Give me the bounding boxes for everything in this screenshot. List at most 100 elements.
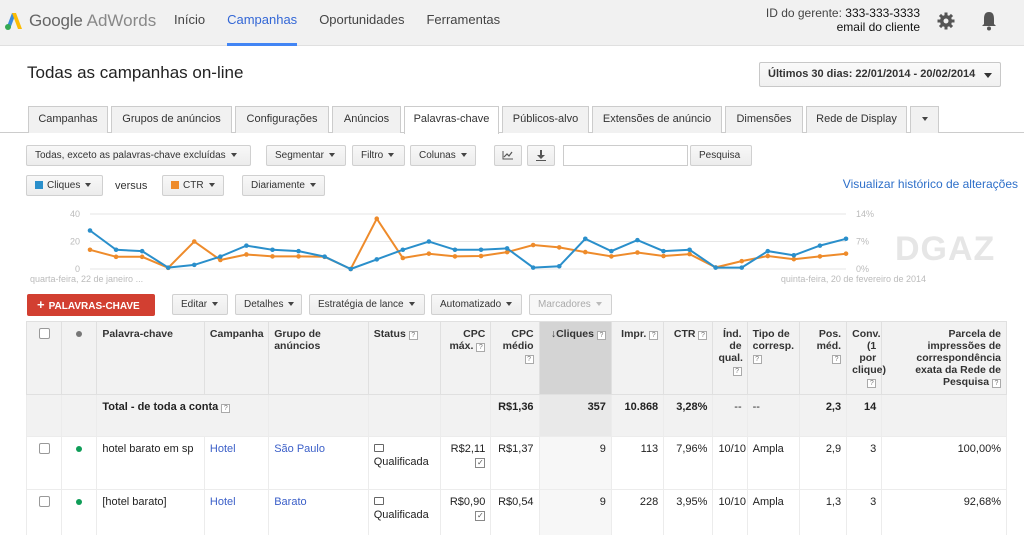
keyword-filter-dropdown[interactable]: Todas, exceto as palavras-chave excluída… xyxy=(26,145,251,166)
help-icon[interactable]: ? xyxy=(867,379,877,388)
left-tick-label: 40 xyxy=(70,209,80,219)
data-point-ctr xyxy=(270,254,275,259)
data-point-ctr xyxy=(478,253,484,259)
enabled-status-dot-icon[interactable] xyxy=(76,499,83,505)
adgroup-link[interactable]: Barato xyxy=(268,489,369,535)
nav-oportunidades[interactable]: Oportunidades xyxy=(319,0,404,46)
tab-palavras-chave[interactable]: Palavras-chave xyxy=(404,106,499,134)
data-point-cliques xyxy=(139,248,145,254)
chart-toggle-button[interactable] xyxy=(494,145,522,166)
help-icon[interactable]: ? xyxy=(476,343,486,352)
filter-dropdown[interactable]: Filtro xyxy=(352,145,405,166)
bid-strategy-dropdown[interactable]: Estratégia de lance xyxy=(309,294,425,315)
help-icon[interactable]: ? xyxy=(698,331,708,340)
tab-dimensoes[interactable]: Dimensões xyxy=(725,106,803,133)
data-point-cliques xyxy=(87,228,93,233)
col-impressions[interactable]: Impr. ? xyxy=(610,321,665,395)
data-point-ctr xyxy=(765,253,771,259)
download-button[interactable] xyxy=(527,145,555,166)
enabled-status-dot-icon[interactable] xyxy=(76,446,83,452)
adwords-logo[interactable]: Google AdWords xyxy=(4,9,156,33)
adgroup-link[interactable]: São Paulo xyxy=(268,436,369,490)
help-icon[interactable]: ? xyxy=(596,331,606,340)
max-cpc-cell[interactable]: R$0,90 ✓ xyxy=(440,489,492,535)
automated-dropdown[interactable]: Automatizado xyxy=(431,294,522,315)
chevron-down-icon xyxy=(309,183,316,188)
edit-dropdown[interactable]: Editar xyxy=(172,294,228,315)
help-icon[interactable]: ? xyxy=(732,367,742,376)
date-range-selector[interactable]: Últimos 30 dias: 22/01/2014 - 20/02/2014 xyxy=(759,62,1001,87)
col-max-cpc[interactable]: CPC máx. ? xyxy=(440,321,492,395)
tab-publicos-alvo[interactable]: Públicos-alvo xyxy=(502,106,589,133)
chevron-down-icon xyxy=(230,153,237,158)
search-button[interactable]: Pesquisa xyxy=(690,145,752,166)
help-icon[interactable]: ? xyxy=(992,379,1001,388)
account-info[interactable]: ID do gerente: 333-333-3333 email do cli… xyxy=(766,6,920,34)
data-point-cliques xyxy=(739,265,745,270)
empty-cell xyxy=(268,394,369,437)
row-checkbox[interactable] xyxy=(38,443,50,454)
keywords-table: Palavra-chave Campanha Grupo de anúncios… xyxy=(25,321,1007,535)
avg-position-cell: 1,3 xyxy=(798,489,848,535)
interval-dropdown[interactable]: Diariamente xyxy=(242,175,325,196)
data-point-cliques xyxy=(452,247,458,253)
col-clicks[interactable]: ↓Cliques ? xyxy=(538,321,612,395)
data-point-cliques xyxy=(556,263,562,269)
keyword-cell[interactable]: [hotel barato] xyxy=(96,489,205,535)
add-keywords-button[interactable]: + PALAVRAS-CHAVE xyxy=(27,294,155,316)
campaign-link[interactable]: Hotel xyxy=(203,489,270,535)
help-icon[interactable]: ? xyxy=(221,404,231,413)
col-campaign[interactable]: Campanha xyxy=(203,321,270,395)
col-match-type[interactable]: Tipo de corresp. ? xyxy=(746,321,800,395)
help-icon[interactable]: ? xyxy=(752,355,762,364)
change-history-link[interactable]: Visualizar histórico de alterações xyxy=(843,177,1018,191)
edit-bid-icon[interactable]: ✓ xyxy=(475,511,486,521)
performance-chart[interactable]: 40 20 0 14% 7% 0% quarta-feira, 22 de janeiro … xyxy=(0,205,1024,287)
tab-grupos-de-anuncios[interactable]: Grupos de anúncios xyxy=(111,106,232,133)
col-exact-match-share[interactable]: Parcela de impressões de correspondência… xyxy=(881,321,1007,395)
data-point-cliques xyxy=(113,247,119,253)
metric2-dropdown[interactable]: CTR xyxy=(162,175,224,196)
help-icon[interactable]: ? xyxy=(524,355,534,364)
settings-gear-icon[interactable] xyxy=(937,12,955,30)
col-avg-cpc[interactable]: CPC médio ? xyxy=(490,321,540,395)
row-checkbox[interactable] xyxy=(38,496,50,507)
col-keyword[interactable]: Palavra-chave xyxy=(96,321,205,395)
max-cpc-cell[interactable]: R$2,11 ✓ xyxy=(440,436,492,490)
nav-inicio[interactable]: Início xyxy=(174,0,205,46)
adgroup-link-text: São Paulo xyxy=(274,443,325,455)
labels-dropdown[interactable]: Marcadores xyxy=(529,294,612,315)
tab-anuncios[interactable]: Anúncios xyxy=(332,106,401,133)
nav-campanhas[interactable]: Campanhas xyxy=(227,0,298,46)
metric1-dropdown[interactable]: Cliques xyxy=(26,175,103,196)
search-input[interactable] xyxy=(563,145,688,166)
col-quality-score[interactable]: Índ. de qual. ? xyxy=(712,321,748,395)
select-all-checkbox[interactable] xyxy=(38,328,50,339)
col-ctr[interactable]: CTR ? xyxy=(663,321,714,395)
tab-extensoes-de-anuncio[interactable]: Extensões de anúncio xyxy=(592,106,722,133)
campaign-link[interactable]: Hotel xyxy=(203,436,270,490)
help-icon[interactable]: ? xyxy=(832,355,842,364)
nav-ferramentas[interactable]: Ferramentas xyxy=(426,0,500,46)
details-dropdown[interactable]: Detalhes xyxy=(235,294,302,315)
tab-rede-de-display[interactable]: Rede de Display xyxy=(806,106,907,133)
tab-campanhas[interactable]: Campanhas xyxy=(28,106,108,133)
metric2-label: CTR xyxy=(183,180,204,191)
col-conversions[interactable]: Conv. (1 por clique) ? xyxy=(846,321,886,395)
col-avg-position[interactable]: Pos. méd. ? xyxy=(798,321,848,395)
chevron-down-icon xyxy=(984,73,992,78)
tab-more-dropdown[interactable] xyxy=(910,106,939,133)
segment-dropdown[interactable]: Segmentar xyxy=(266,145,346,166)
edit-bid-icon[interactable]: ✓ xyxy=(475,458,486,468)
help-icon[interactable]: ? xyxy=(408,331,418,340)
col-status[interactable]: Status ? xyxy=(367,321,442,395)
speech-bubble-icon[interactable] xyxy=(373,444,384,452)
data-point-cliques xyxy=(687,247,692,253)
columns-dropdown[interactable]: Colunas xyxy=(410,145,476,166)
notifications-bell-icon[interactable] xyxy=(980,11,998,31)
tab-configuracoes[interactable]: Configurações xyxy=(235,106,329,133)
keyword-cell[interactable]: hotel barato em sp xyxy=(96,436,205,490)
speech-bubble-icon[interactable] xyxy=(373,497,384,505)
help-icon[interactable]: ? xyxy=(649,331,659,340)
col-adgroup[interactable]: Grupo de anúncios xyxy=(268,321,369,395)
